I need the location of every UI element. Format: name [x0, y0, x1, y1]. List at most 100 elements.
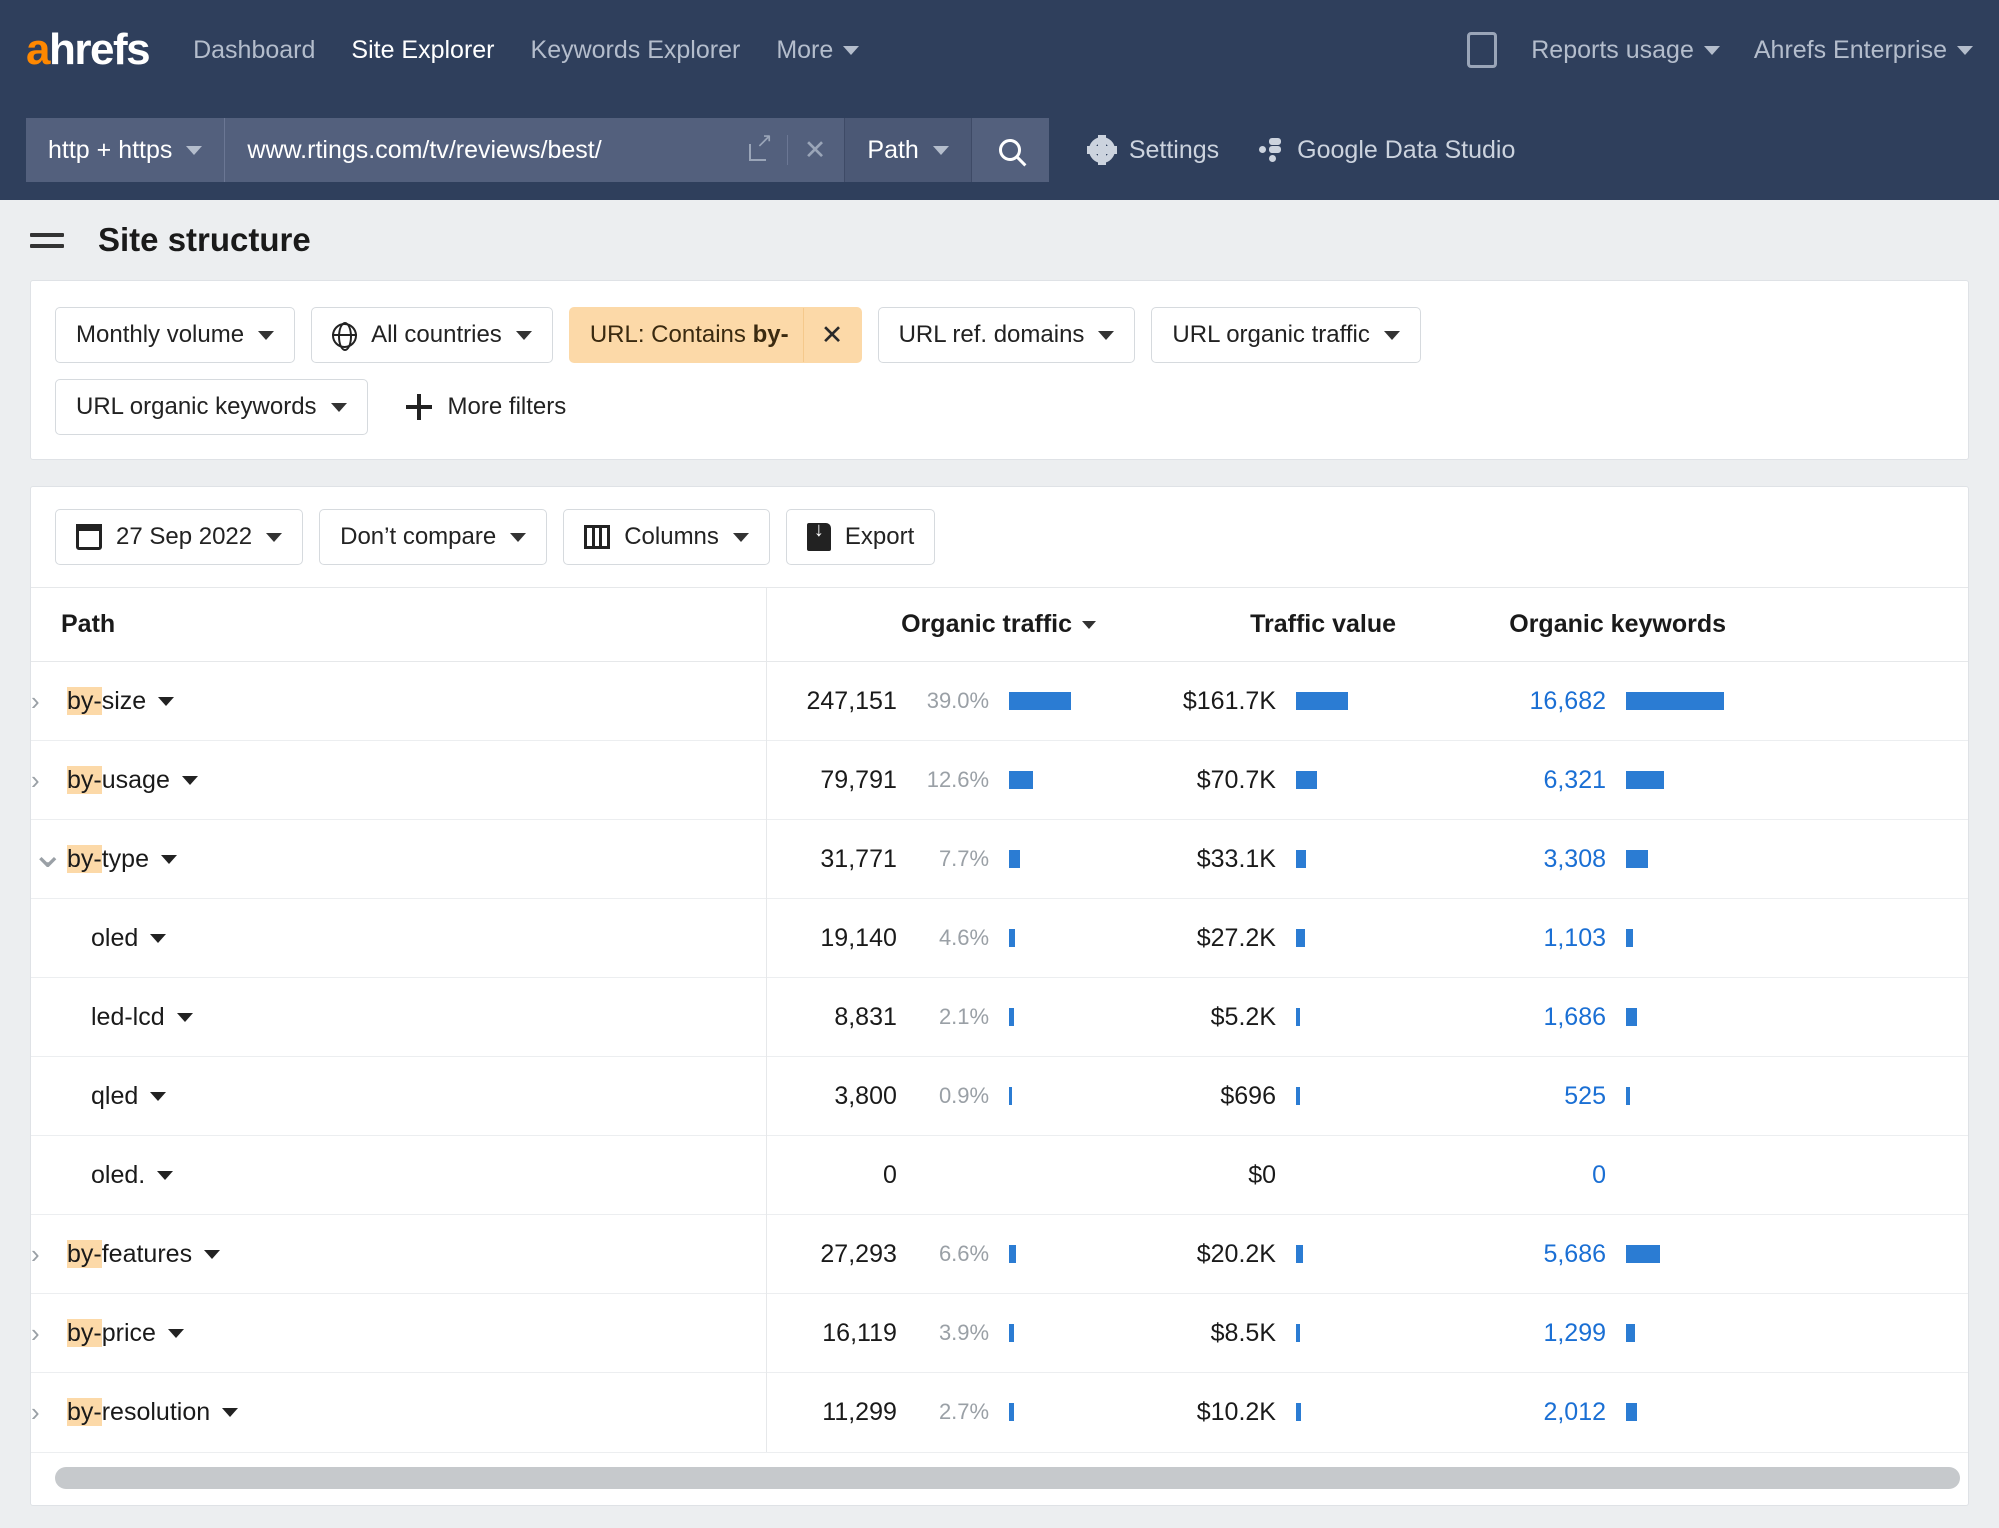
column-header-organic-keywords[interactable]: Organic keywords [1396, 588, 1726, 662]
filter-url-contains[interactable]: URL: Contains by- ✕ [569, 307, 862, 363]
clear-url-icon[interactable]: ✕ [804, 137, 827, 164]
filter-url-organic-traffic[interactable]: URL organic traffic [1151, 307, 1420, 363]
more-filters-button[interactable]: More filters [406, 393, 567, 421]
nav-reports-usage[interactable]: Reports usage [1531, 36, 1720, 65]
path-name[interactable]: by-resolution [67, 1398, 210, 1427]
nav-account-menu[interactable]: Ahrefs Enterprise [1754, 36, 1973, 65]
search-button[interactable] [971, 118, 1049, 182]
horizontal-scrollbar[interactable] [55, 1467, 1960, 1489]
organic-traffic-percent: 7.7% [911, 846, 989, 872]
table-row[interactable]: oled.0$00 [31, 1136, 1968, 1215]
table-row[interactable]: qled3,8000.9%$696525 [31, 1057, 1968, 1136]
path-name[interactable]: by-usage [67, 766, 170, 795]
export-button[interactable]: Export [786, 509, 935, 565]
bar-container [1606, 1245, 1726, 1263]
bar-container [989, 1087, 1096, 1105]
organic-traffic-value: 16,119 [767, 1319, 897, 1348]
highlighted-match: by- [67, 845, 102, 873]
row-menu-caret-icon[interactable] [182, 776, 198, 785]
organic-keywords-value[interactable]: 1,299 [1446, 1319, 1606, 1348]
filter-url-organic-keywords[interactable]: URL organic keywords [55, 379, 368, 435]
path-name[interactable]: oled. [91, 1161, 145, 1190]
url-input[interactable]: www.rtings.com/tv/reviews/best/ ✕ [224, 118, 844, 182]
chevron-right-icon[interactable]: › [31, 686, 67, 717]
organic-keywords-value[interactable]: 3,308 [1446, 845, 1606, 874]
table-row[interactable]: oled19,1404.6%$27.2K1,103 [31, 899, 1968, 978]
ahrefs-logo[interactable]: ahrefs [26, 25, 149, 75]
organic-keywords-value[interactable]: 1,103 [1446, 924, 1606, 953]
nav-link-dashboard[interactable]: Dashboard [193, 36, 315, 65]
organic-keywords-value[interactable]: 6,321 [1446, 766, 1606, 795]
column-header-organic-traffic[interactable]: Organic traffic [766, 588, 1096, 662]
table-row[interactable]: ⌄by-type31,7717.7%$33.1K3,308 [31, 820, 1968, 899]
organic-traffic-cell-inner: 0 [767, 1161, 1097, 1190]
organic-traffic-cell-inner: 27,2936.6% [767, 1240, 1097, 1269]
path-name[interactable]: by-size [67, 687, 146, 716]
row-menu-caret-icon[interactable] [150, 934, 166, 943]
chevron-down-icon [258, 331, 274, 340]
open-external-icon[interactable] [749, 139, 771, 161]
bar-container [989, 1245, 1096, 1263]
value-bar [1296, 771, 1317, 789]
table-row[interactable]: ›by-usage79,79112.6%$70.7K6,321 [31, 741, 1968, 820]
chevron-right-icon[interactable]: › [31, 1318, 67, 1349]
path-name[interactable]: by-price [67, 1319, 156, 1348]
nav-link-more[interactable]: More [776, 36, 859, 65]
path-name[interactable]: qled [91, 1082, 138, 1111]
settings-button[interactable]: Settings [1089, 136, 1219, 165]
row-menu-caret-icon[interactable] [204, 1250, 220, 1259]
filter-all-countries[interactable]: All countries [311, 307, 553, 363]
protocol-selector[interactable]: http + https [26, 118, 224, 182]
table-row[interactable]: ›by-features27,2936.6%$20.2K5,686 [31, 1215, 1968, 1294]
row-menu-caret-icon[interactable] [222, 1408, 238, 1417]
row-menu-caret-icon[interactable] [158, 697, 174, 706]
table-row[interactable]: ›by-price16,1193.9%$8.5K1,299 [31, 1294, 1968, 1373]
organic-keywords-value[interactable]: 1,686 [1446, 1003, 1606, 1032]
columns-button[interactable]: Columns [563, 509, 770, 565]
cell-path: ⌄by-type [31, 820, 766, 899]
row-menu-caret-icon[interactable] [177, 1013, 193, 1022]
search-nav-row: http + https www.rtings.com/tv/reviews/b… [0, 100, 1999, 200]
chevron-right-icon[interactable]: › [31, 1397, 67, 1428]
organic-keywords-value[interactable]: 0 [1446, 1161, 1606, 1190]
path-name[interactable]: by-type [67, 845, 149, 874]
filter-url-ref-domains[interactable]: URL ref. domains [878, 307, 1136, 363]
row-menu-caret-icon[interactable] [157, 1171, 173, 1180]
row-menu-caret-icon[interactable] [168, 1329, 184, 1338]
table-row[interactable]: ›by-size247,15139.0%$161.7K16,682 [31, 662, 1968, 741]
value-bar [1626, 1087, 1630, 1105]
site-structure-table: Path Organic traffic Traffic value [31, 587, 1968, 1452]
column-header-path[interactable]: Path [31, 588, 766, 662]
path-name[interactable]: oled [91, 924, 138, 953]
chevron-right-icon[interactable]: › [31, 1239, 67, 1270]
hamburger-menu-icon[interactable] [30, 233, 64, 248]
organic-keywords-value[interactable]: 16,682 [1446, 687, 1606, 716]
table-row[interactable]: led-lcd8,8312.1%$5.2K1,686 [31, 978, 1968, 1057]
chevron-down-icon[interactable]: ⌄ [31, 844, 67, 864]
chevron-down-icon [1384, 331, 1400, 340]
path-cell-inner: oled. [31, 1161, 766, 1190]
row-menu-caret-icon[interactable] [161, 855, 177, 864]
bar-container [1276, 1403, 1396, 1421]
date-picker-button[interactable]: 27 Sep 2022 [55, 509, 303, 565]
path-name[interactable]: led-lcd [91, 1003, 165, 1032]
cell-traffic-value: $8.5K [1096, 1294, 1396, 1373]
organic-keywords-value[interactable]: 2,012 [1446, 1398, 1606, 1427]
mobile-device-icon[interactable] [1467, 32, 1497, 68]
google-data-studio-button[interactable]: Google Data Studio [1257, 136, 1515, 165]
organic-keywords-value[interactable]: 5,686 [1446, 1240, 1606, 1269]
cell-organic-traffic: 3,8000.9% [766, 1057, 1096, 1136]
organic-keywords-value[interactable]: 525 [1446, 1082, 1606, 1111]
nav-link-site-explorer[interactable]: Site Explorer [351, 36, 494, 65]
search-mode-selector[interactable]: Path [844, 118, 970, 182]
nav-link-keywords-explorer[interactable]: Keywords Explorer [531, 36, 741, 65]
path-name[interactable]: by-features [67, 1240, 192, 1269]
chevron-right-icon[interactable]: › [31, 765, 67, 796]
value-bar [1009, 771, 1033, 789]
row-menu-caret-icon[interactable] [150, 1092, 166, 1101]
close-icon[interactable]: ✕ [803, 308, 861, 362]
column-header-traffic-value[interactable]: Traffic value [1096, 588, 1396, 662]
filter-monthly-volume[interactable]: Monthly volume [55, 307, 295, 363]
table-row[interactable]: ›by-resolution11,2992.7%$10.2K2,012 [31, 1373, 1968, 1452]
compare-selector[interactable]: Don’t compare [319, 509, 547, 565]
